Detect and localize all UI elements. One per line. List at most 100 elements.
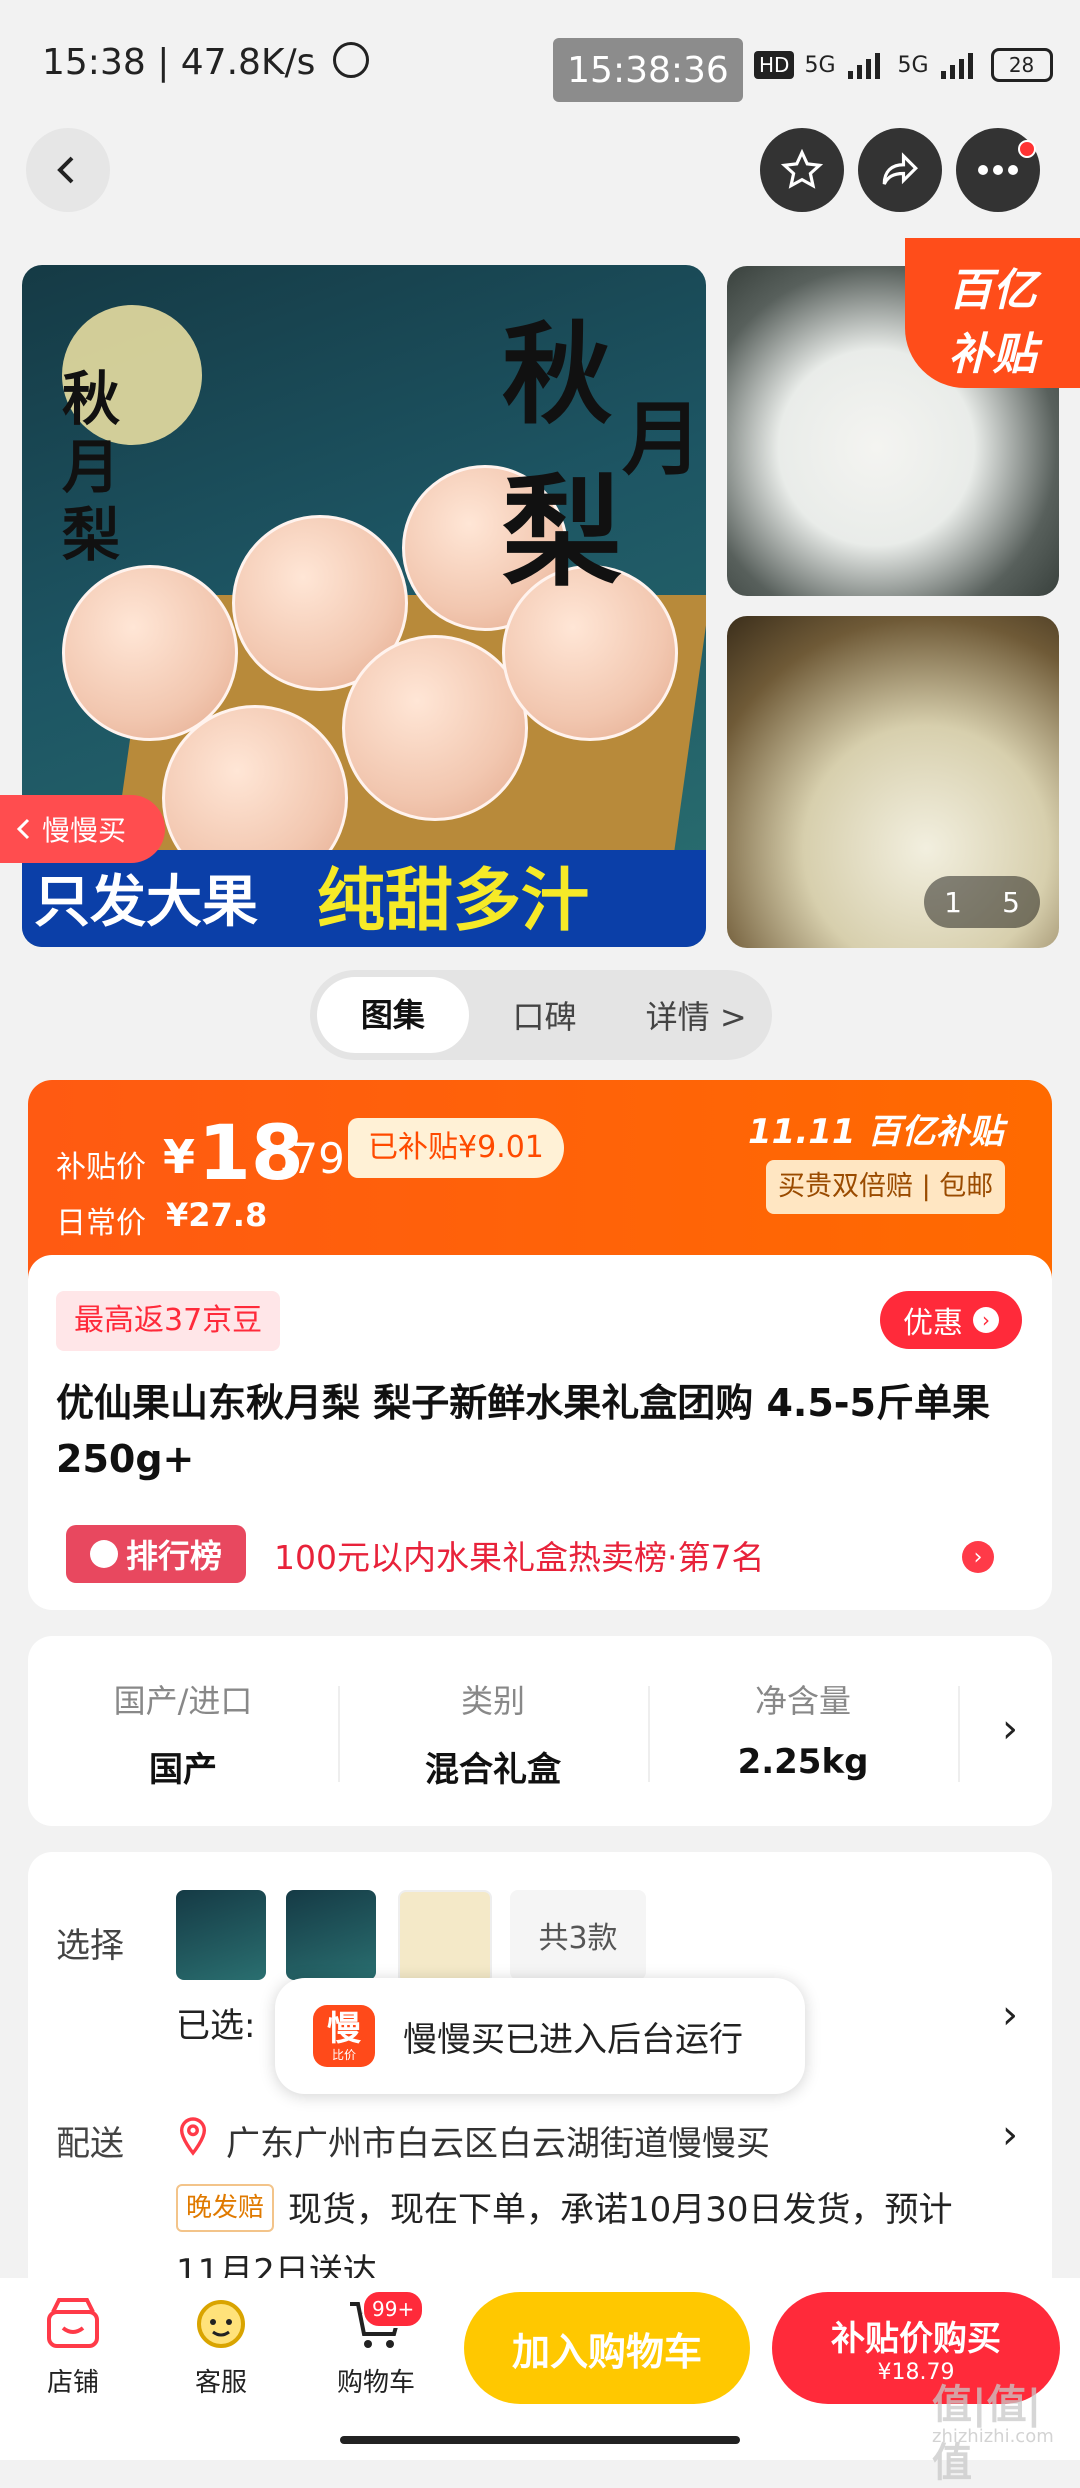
slow-buy-tag[interactable]: 慢慢买 (0, 795, 165, 863)
variant-thumb-2[interactable] (286, 1890, 376, 1980)
promo-badge: 买贵双倍赔 | 包邮 (766, 1160, 1006, 1214)
spec-item-weight: 净含量 2.25kg (648, 1676, 958, 1782)
subsidy-price-label: 补贴价 (56, 1150, 146, 1185)
cart-button[interactable]: 购物车 99+ (326, 2290, 426, 2399)
signal-bars-icon-2 (940, 53, 973, 79)
counter-total: 5 (1002, 885, 1020, 919)
chevron-right-icon[interactable]: › (1002, 1992, 1018, 2038)
hd-icon: HD (754, 51, 795, 79)
selected-label: 已选: (176, 2006, 256, 2046)
status-left: 15:38 | 47.8K/s (42, 42, 369, 83)
tab-details[interactable]: 详情 > (620, 992, 772, 1038)
spec-value: 国产 (149, 1750, 217, 1790)
background-toast: 慢 比价 慢慢买已进入后台运行 (275, 1978, 805, 2094)
spec-item-category: 类别 混合礼盒 (338, 1676, 648, 1791)
spec-value: 混合礼盒 (425, 1750, 561, 1790)
share-button[interactable] (858, 128, 942, 212)
more-button[interactable] (956, 128, 1040, 212)
delivery-text: 现货，现在下单，承诺10月30日发货，预计 (288, 2190, 953, 2230)
price-decimal: .79 (278, 1134, 345, 1183)
add-to-cart-button[interactable]: 加入购物车 (464, 2292, 750, 2404)
status-right: HD 5G 5G 28 (754, 48, 1053, 82)
floating-clock: 15:38:36 (553, 38, 743, 102)
app-icon: 慢 比价 (313, 2005, 375, 2067)
product-info-card: 最高返37京豆 优惠 › 优仙果山东秋月梨 梨子新鲜水果礼盒团购 4.5-5斤单… (28, 1255, 1052, 1610)
main-title-char-2: 月 (622, 392, 702, 486)
late-delivery-tag: 晚发赔 (176, 2184, 275, 2232)
box-title: 秋月梨 (62, 365, 121, 569)
more-icon (978, 165, 1018, 175)
main-title-char-3: 梨 (502, 462, 622, 603)
gallery-tabs: 图集 口碑 详情 > (310, 970, 772, 1060)
trophy-icon (89, 1540, 118, 1568)
spec-card[interactable]: 国产/进口 国产 类别 混合礼盒 净含量 2.25kg › (28, 1636, 1052, 1826)
app-icon-sub: 比价 (331, 2048, 356, 2062)
variant-thumb-3[interactable] (398, 1890, 492, 1984)
tab-reviews[interactable]: 口碑 (469, 992, 621, 1038)
select-label: 选择 (56, 1926, 124, 1966)
variant-count[interactable]: 共3款 (510, 1890, 646, 1980)
alarm-icon (332, 42, 369, 78)
spec-item-origin: 国产/进口 国产 (28, 1676, 338, 1791)
tab-gallery[interactable]: 图集 (317, 977, 469, 1053)
pear-5 (342, 635, 528, 821)
battery-icon: 28 (990, 48, 1053, 82)
buy-label: 补贴价购买 (831, 2319, 1001, 2359)
customer-service-icon (197, 2300, 245, 2348)
back-button[interactable] (26, 128, 110, 212)
rank-badge[interactable]: 排行榜 (66, 1525, 246, 1583)
subsidy-badge-line1: 百亿 (948, 265, 1037, 316)
favorite-button[interactable] (760, 128, 844, 212)
variant-thumb-1[interactable] (176, 1890, 266, 1980)
app-icon-text: 慢 (327, 2009, 361, 2049)
chevron-right-icon[interactable]: › (1002, 2112, 1018, 2158)
service-button[interactable]: 客服 (176, 2296, 266, 2399)
rank-chevron-icon[interactable]: › (962, 1541, 994, 1573)
discount-button[interactable]: 优惠 › (880, 1291, 1022, 1349)
coupon-tag: 最高返37京豆 (56, 1291, 281, 1351)
back-arrow-icon (57, 156, 74, 184)
banner-right-text: 纯甜多汁 (317, 862, 590, 941)
promo-logo[interactable]: 11.11 百亿补贴 (748, 1104, 1003, 1153)
notification-dot (1018, 140, 1036, 158)
service-label: 客服 (194, 2368, 247, 2398)
daily-price-label: 日常价 (56, 1206, 146, 1241)
cart-label: 购物车 (336, 2368, 415, 2398)
spec-divider (958, 1686, 960, 1782)
location-pin-icon (179, 2117, 207, 2156)
toast-message: 慢慢买已进入后台运行 (403, 2019, 743, 2060)
spec-label: 类别 (460, 1682, 525, 1720)
signal-5g-icon: 5G (804, 52, 836, 78)
subsidy-badge: 百亿 补贴 (905, 238, 1080, 388)
delivery-address[interactable]: 广东广州市白云区白云湖街道慢慢买 (226, 2116, 770, 2165)
slow-buy-label: 慢慢买 (42, 814, 127, 847)
spec-value: 2.25kg (737, 1742, 869, 1782)
price-currency: ¥ (163, 1130, 196, 1184)
signal-5g-icon-2: 5G (897, 52, 929, 78)
spec-label: 净含量 (754, 1682, 851, 1720)
chevron-left-icon (16, 818, 30, 840)
watermark-sub: zhizhizhi.com (932, 2426, 1054, 2447)
shop-icon (47, 2298, 99, 2348)
delivery-label: 配送 (56, 2124, 124, 2164)
cart-badge: 99+ (362, 2290, 425, 2328)
home-indicator[interactable] (340, 2436, 740, 2444)
spec-label: 国产/进口 (113, 1682, 253, 1720)
rank-text[interactable]: 100元以内水果礼盒热卖榜·第7名 (274, 1531, 764, 1579)
chevron-right-icon: › (973, 1307, 999, 1333)
star-icon (781, 149, 823, 189)
main-title-char-1: 秋 (502, 310, 612, 439)
product-title: 优仙果山东秋月梨 梨子新鲜水果礼盒团购 4.5-5斤单果250g+ (56, 1381, 990, 1481)
rank-badge-label: 排行榜 (125, 1537, 222, 1575)
subsidy-badge-line2: 补贴 (948, 329, 1037, 380)
share-icon (882, 152, 918, 185)
subsidy-amount-tag: 已补贴¥9.01 (348, 1118, 564, 1178)
daily-price-value: ¥27.8 (166, 1196, 268, 1234)
discount-label: 优惠 (903, 1306, 963, 1341)
banner-left-text: 只发大果 (34, 870, 258, 935)
signal-bars-icon (847, 53, 880, 79)
status-time: 15:38 (42, 42, 146, 83)
counter-current: 1 (944, 885, 962, 919)
shop-button[interactable]: 店铺 (28, 2296, 118, 2399)
chevron-right-icon: › (1002, 1706, 1018, 1752)
